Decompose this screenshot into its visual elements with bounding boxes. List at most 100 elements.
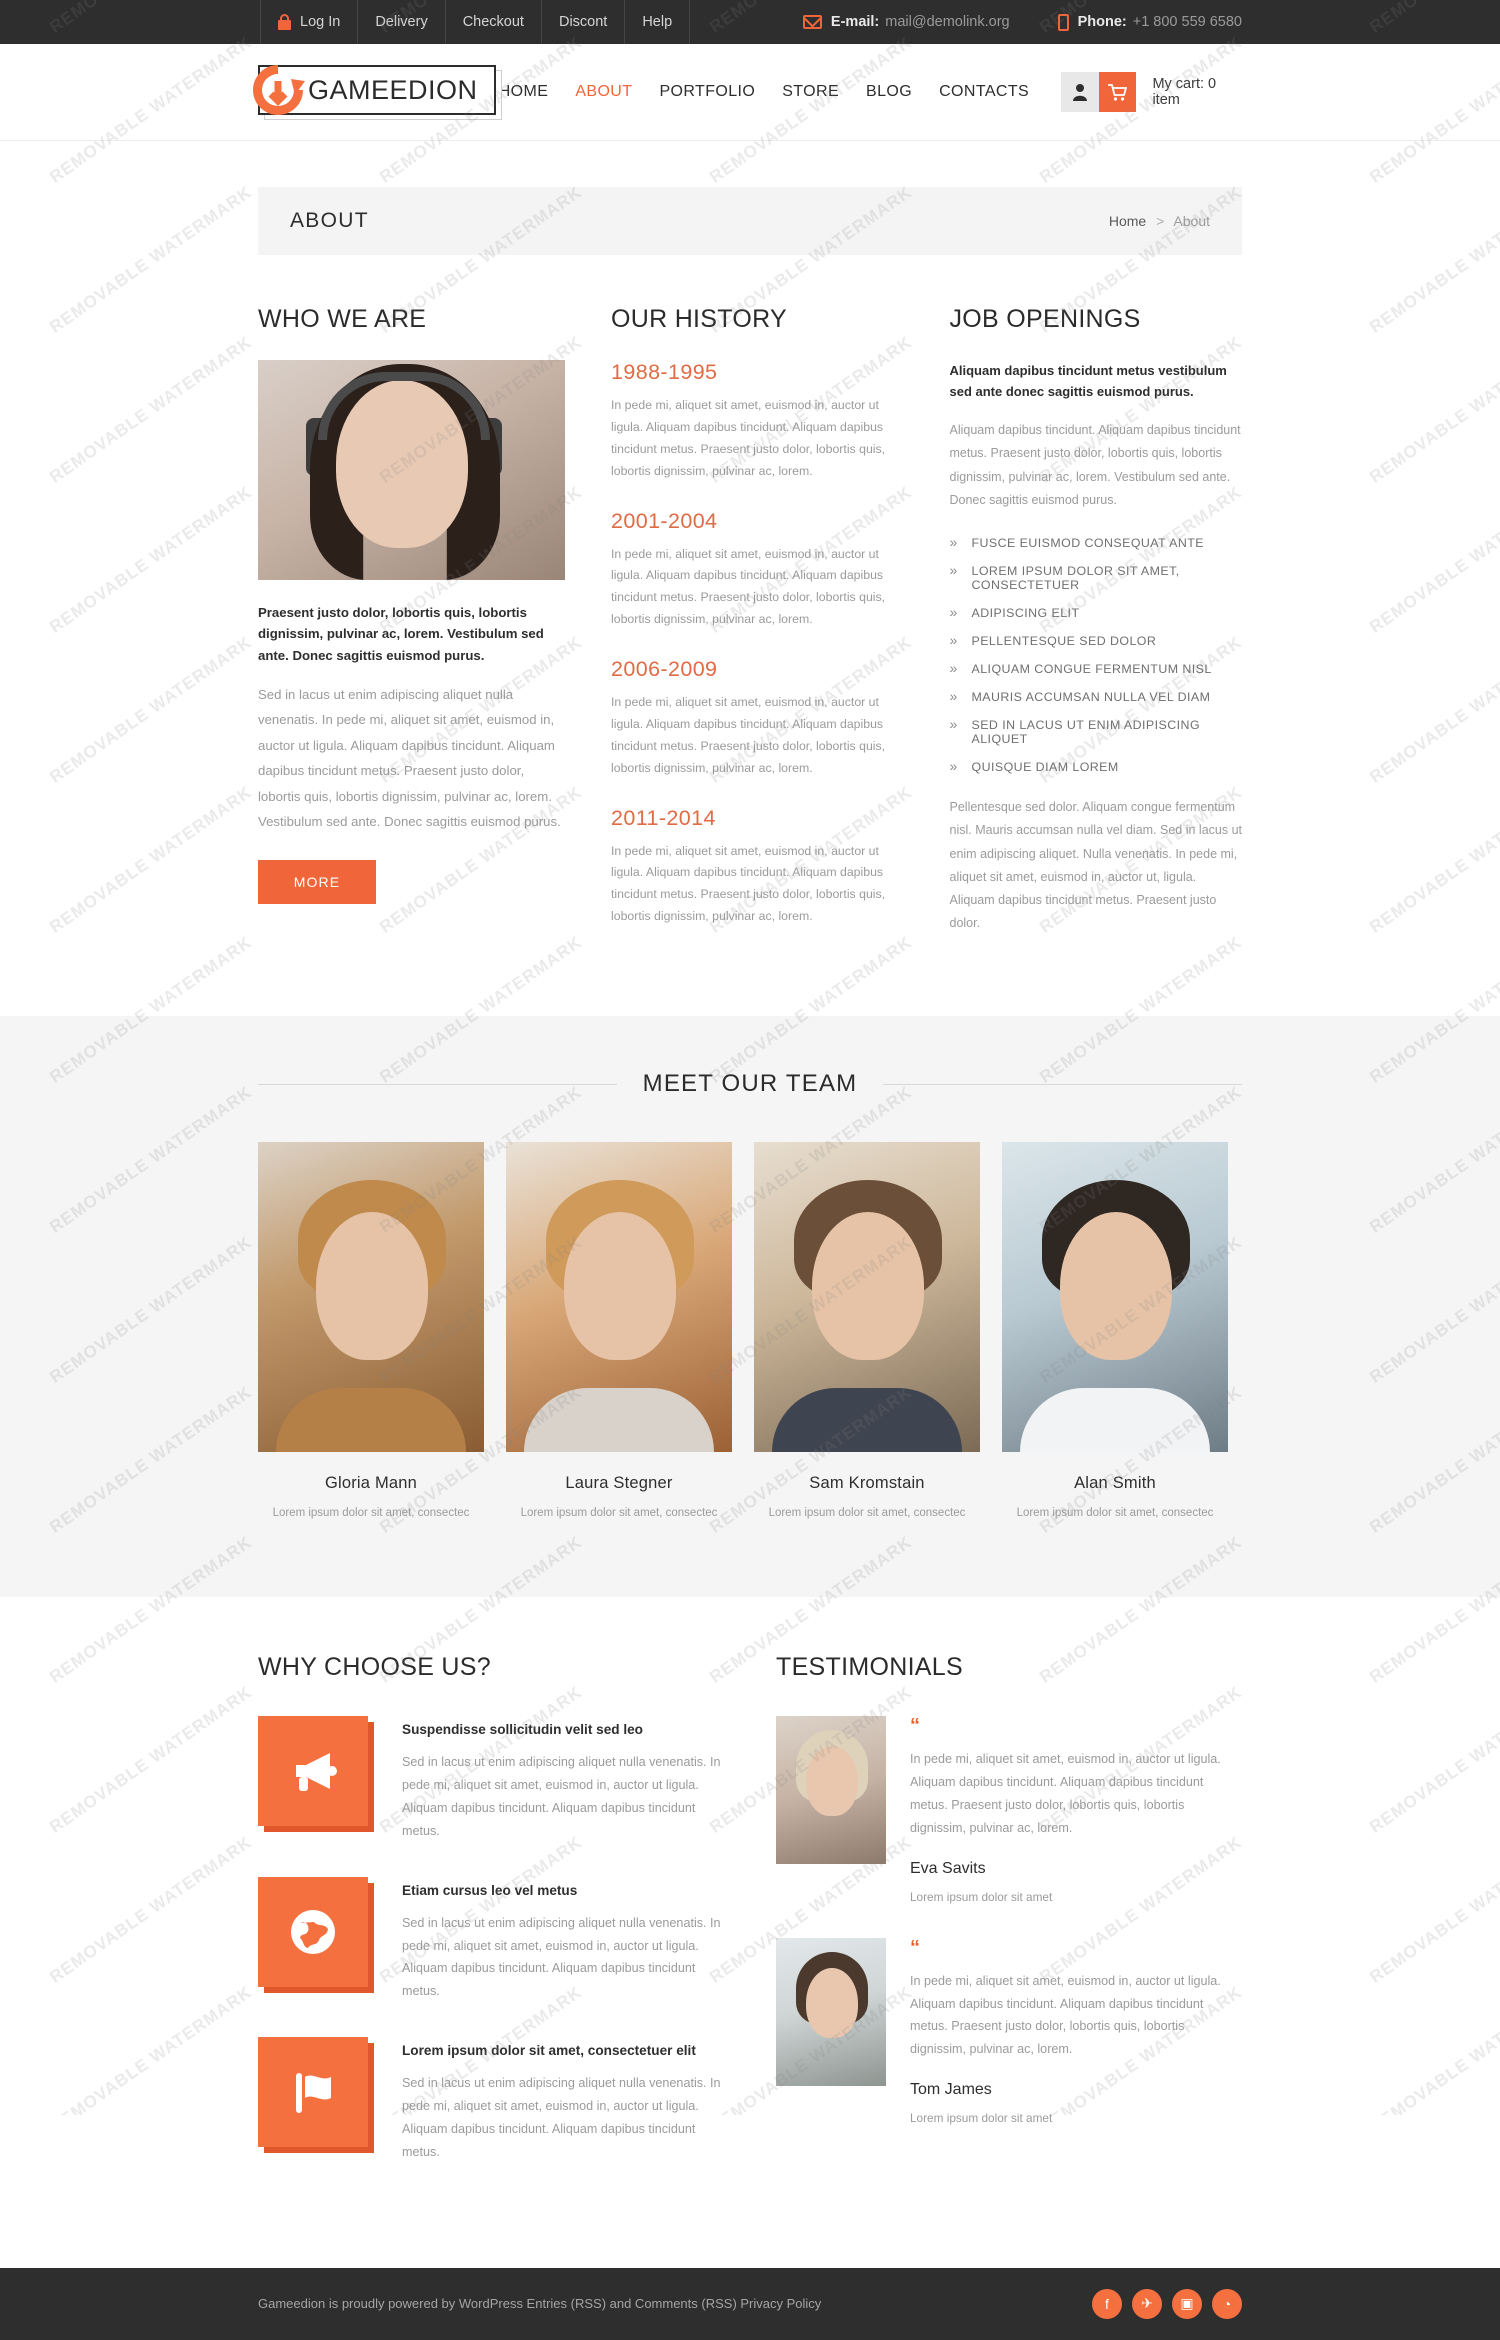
- why-choose-us-column: WHY CHOOSE US? Suspendisse sollicitudin …: [258, 1653, 724, 2198]
- top-link-checkout[interactable]: Checkout: [446, 0, 542, 44]
- feature-title: Suspendisse sollicitudin velit sed leo: [402, 1722, 643, 1737]
- divider-left: [258, 1083, 617, 1085]
- twitter-icon[interactable]: ✈: [1132, 2288, 1162, 2319]
- nav-item-about[interactable]: ABOUT: [575, 83, 632, 101]
- logo-arrow-icon: [253, 65, 305, 115]
- team-member[interactable]: Sam Kromstain Lorem ipsum dolor sit amet…: [754, 1142, 980, 1519]
- nav-item-store[interactable]: STORE: [782, 83, 839, 101]
- top-bar-contacts: E-mail: mail@demolink.org Phone: +1 800 …: [802, 13, 1242, 31]
- top-link-delivery[interactable]: Delivery: [358, 0, 446, 44]
- email-contact[interactable]: E-mail: mail@demolink.org: [802, 14, 1010, 30]
- user-icon: [1072, 84, 1087, 101]
- quote-icon: “: [910, 1715, 920, 1737]
- instagram-icon[interactable]: ▣: [1172, 2288, 1202, 2319]
- nav-item-blog[interactable]: BLOG: [866, 83, 912, 101]
- team-member-photo: [258, 1142, 484, 1452]
- history-text: In pede mi, aliquet sit amet, euismod in…: [611, 843, 886, 924]
- watermark-text: REMOVABLE WATERMARK: [1366, 482, 1500, 637]
- nav-item-contacts[interactable]: CONTACTS: [939, 83, 1029, 101]
- testimonial-role: Lorem ipsum dolor sit amet: [910, 1889, 1053, 1904]
- breadcrumb-current: About: [1173, 213, 1210, 229]
- our-history-heading: OUR HISTORY: [611, 305, 788, 333]
- breadcrumb-home[interactable]: Home: [1109, 213, 1146, 229]
- page-title-band: ABOUT Home > About: [258, 187, 1242, 255]
- team-member-role: Lorem ipsum dolor sit amet, consectec: [520, 1507, 718, 1519]
- job-list-item[interactable]: PELLENTESQUE SED DOLOR: [950, 632, 1243, 662]
- team-member[interactable]: Laura Stegner Lorem ipsum dolor sit amet…: [506, 1142, 732, 1519]
- top-bar: Log In Delivery Checkout Discont Help E-…: [0, 0, 1500, 44]
- history-text: In pede mi, aliquet sit amet, euismod in…: [611, 546, 886, 627]
- team-member-photo: [506, 1142, 732, 1452]
- feature-text: Sed in lacus ut enim adipiscing aliquet …: [402, 2076, 721, 2159]
- testimonial-author: Tom James: [910, 2081, 992, 2099]
- watermark-text: REMOVABLE WATERMARK: [1366, 1682, 1500, 1837]
- phone-label: Phone:: [1077, 14, 1127, 30]
- top-link-label: Delivery: [375, 14, 428, 30]
- team-member[interactable]: Alan Smith Lorem ipsum dolor sit amet, c…: [1002, 1142, 1228, 1519]
- who-we-are-column: WHO WE ARE Praesent justo dolor, loborti…: [258, 305, 565, 954]
- quote-icon: “: [910, 1936, 920, 1959]
- testimonial-text: In pede mi, aliquet sit amet, euismod in…: [910, 1973, 1221, 2057]
- top-link-help[interactable]: Help: [625, 0, 691, 44]
- email-label: E-mail:: [830, 14, 880, 30]
- nav-item-portfolio[interactable]: PORTFOLIO: [659, 83, 755, 101]
- job-list-item[interactable]: FUSCE EUISMOD CONSEQUAT ANTE: [950, 534, 1243, 564]
- testimonial-photo: [776, 1716, 886, 1864]
- testimonial-role: Lorem ipsum dolor sit amet: [910, 2111, 1053, 2126]
- feature-title: Lorem ipsum dolor sit amet, consectetuer…: [402, 2043, 696, 2059]
- team-member-name: Alan Smith: [1074, 1474, 1156, 1492]
- megaphone-icon: [258, 1716, 374, 1832]
- top-link-label: Checkout: [462, 14, 524, 30]
- job-list-item[interactable]: ALIQUAM CONGUE FERMENTUM NISL: [950, 660, 1243, 690]
- watermark-text: REMOVABLE WATERMARK: [46, 782, 256, 937]
- watermark-text: REMOVABLE WATERMARK: [46, 1982, 256, 2115]
- job-list-item[interactable]: QUISQUE DIAM LOREM: [950, 758, 1243, 788]
- about-columns: WHO WE ARE Praesent justo dolor, loborti…: [258, 305, 1242, 954]
- megaphone-glyph: [296, 1753, 337, 1791]
- testimonial-photo: [776, 1937, 886, 2086]
- team-grid: Gloria Mann Lorem ipsum dolor sit amet, …: [258, 1142, 1242, 1519]
- top-link-label: Help: [642, 14, 673, 30]
- job-list-item[interactable]: SED IN LACUS UT ENIM ADIPISCING ALIQUET: [950, 716, 1243, 760]
- globe-glyph: [291, 1909, 335, 1954]
- team-heading-row: MEET OUR TEAM: [258, 1070, 1242, 1098]
- main-nav: HOME ABOUT PORTFOLIO STORE BLOG CONTACTS…: [499, 72, 1242, 112]
- team-member-name: Laura Stegner: [565, 1474, 673, 1492]
- testimonial-item: “ In pede mi, aliquet sit amet, euismod …: [776, 1936, 1242, 2126]
- site-footer: Gameedion is proudly powered by WordPres…: [0, 2267, 1500, 2340]
- team-member[interactable]: Gloria Mann Lorem ipsum dolor sit amet, …: [258, 1142, 484, 1519]
- who-we-are-lead: Praesent justo dolor, lobortis quis, lob…: [258, 605, 544, 663]
- watermark-text: REMOVABLE WATERMARK: [1366, 1832, 1500, 1987]
- phone-icon: [1057, 13, 1069, 31]
- account-button[interactable]: [1061, 72, 1099, 112]
- job-list-item[interactable]: LOREM IPSUM DOLOR SIT AMET, CONSECTETUER: [950, 562, 1243, 606]
- who-we-are-image: [258, 360, 565, 580]
- watermark-text: REMOVABLE WATERMARK: [1366, 182, 1500, 337]
- job-list-item[interactable]: ADIPISCING ELIT: [950, 604, 1243, 634]
- history-entry: 2011-2014 In pede mi, aliquet sit amet, …: [611, 806, 904, 929]
- watermark-text: REMOVABLE WATERMARK: [1366, 1982, 1500, 2115]
- phone-value: +1 800 559 6580: [1132, 14, 1242, 30]
- history-entry: 2001-2004 In pede mi, aliquet sit amet, …: [611, 509, 904, 632]
- top-link-discont[interactable]: Discont: [542, 0, 626, 44]
- logo[interactable]: GAMEEDION: [253, 65, 502, 120]
- why-choose-us-heading: WHY CHOOSE US?: [258, 1653, 491, 1681]
- nav-item-home[interactable]: HOME: [499, 83, 549, 101]
- cart-button[interactable]: [1098, 72, 1137, 112]
- watermark-text: REMOVABLE WATERMARK: [46, 482, 256, 637]
- watermark-text: REMOVABLE WATERMARK: [46, 1832, 256, 1987]
- who-we-are-body: Sed in lacus ut enim adipiscing aliquet …: [258, 687, 561, 829]
- team-member-role: Lorem ipsum dolor sit amet, consectec: [272, 1507, 470, 1519]
- team-member-role: Lorem ipsum dolor sit amet, consectec: [768, 1507, 966, 1519]
- job-openings-heading: JOB OPENINGS: [949, 305, 1141, 333]
- feature-title: Etiam cursus leo vel metus: [402, 1882, 578, 1898]
- job-list-item[interactable]: MAURIS ACCUMSAN NULLA VEL DIAM: [950, 688, 1243, 718]
- page-title: ABOUT: [290, 209, 369, 232]
- cart-label: My cart: 0 item: [1152, 76, 1217, 108]
- top-link-login[interactable]: Log In: [260, 0, 359, 44]
- feature-item: Etiam cursus leo vel metus Sed in lacus …: [258, 1876, 724, 2004]
- testimonials-column: TESTIMONIALS “ In pede mi, aliquet sit a…: [776, 1653, 1242, 2198]
- rss-icon[interactable]: ◔: [1212, 2288, 1242, 2319]
- facebook-icon[interactable]: f: [1092, 2288, 1122, 2319]
- more-button[interactable]: MORE: [258, 860, 376, 905]
